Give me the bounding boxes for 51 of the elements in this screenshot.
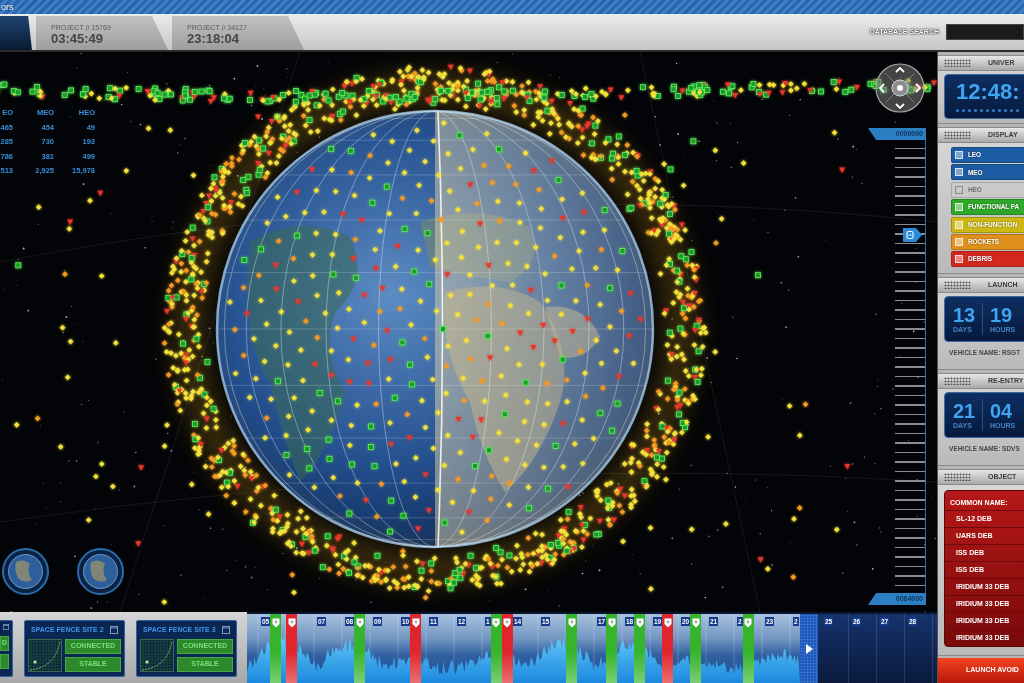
pin-icon [744,618,753,628]
grip-icon [944,281,971,290]
grip-icon [944,131,971,139]
search-field[interactable] [946,24,1024,40]
pin-icon [492,618,501,628]
pin-icon [411,618,420,628]
pin-icon [663,618,672,628]
checkbox[interactable] [955,185,963,194]
altitude-slider-track[interactable] [895,140,926,593]
direction-pad-icon[interactable] [875,63,925,113]
event-marker[interactable] [742,614,754,683]
event-marker[interactable] [606,614,618,683]
grip-icon [944,59,971,67]
event-marker[interactable] [501,614,513,683]
window-icon[interactable] [3,623,9,631]
window-icon[interactable] [222,626,230,634]
window-title: ors [1,2,14,12]
event-marker[interactable] [354,614,366,683]
slider-thumb[interactable] [903,228,922,243]
pin-icon [607,618,616,628]
event-marker[interactable] [286,614,297,683]
countdown-value: 13 [953,304,976,327]
pin-icon [287,618,296,628]
event-marker[interactable] [490,614,502,683]
countdown-value: 19 [990,304,1013,327]
event-marker[interactable] [566,614,577,683]
countdown-value: 21 [953,400,976,423]
grip-icon [944,377,971,386]
globe-icon[interactable] [77,548,124,595]
pin-icon [635,618,644,628]
grip-icon [944,473,971,482]
radar-grid-icon [28,639,62,672]
event-marker[interactable] [690,614,702,683]
window-icon[interactable] [110,626,118,634]
project-tab[interactable] [0,16,32,50]
event-marker[interactable] [270,614,282,683]
play-icon [805,643,813,654]
pin-icon [271,618,280,628]
status-indicator [0,654,9,669]
event-marker[interactable] [410,614,422,683]
event-marker[interactable] [662,614,674,683]
play-button[interactable] [800,612,818,683]
radar-grid-icon [140,639,174,672]
countdown-value: 04 [990,400,1013,423]
event-marker[interactable] [634,614,646,683]
globe-icon[interactable] [2,548,49,595]
clock-time: 12:48: [956,79,1021,105]
pin-icon [567,618,576,628]
pin-icon [503,618,512,628]
pin-icon [355,618,364,628]
pin-icon [691,618,700,628]
